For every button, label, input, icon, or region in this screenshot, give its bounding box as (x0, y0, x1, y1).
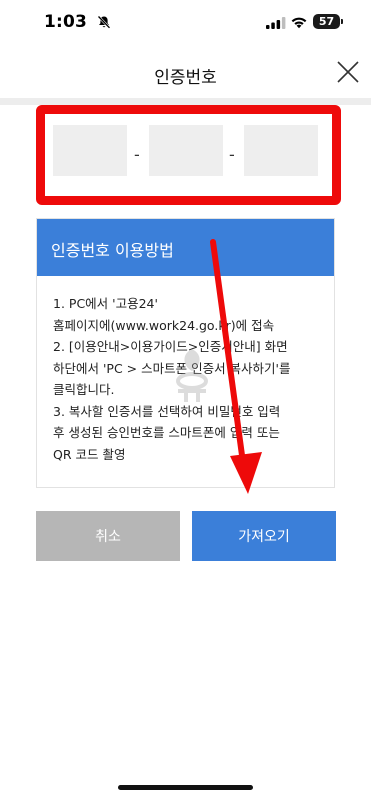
header-divider (0, 98, 371, 105)
status-time: 1:03 (44, 12, 88, 32)
page-title: 인증번호 (154, 68, 217, 88)
bell-slash-icon (97, 15, 111, 29)
code-separator-2: - (229, 145, 235, 164)
signal-icon (266, 17, 286, 29)
close-icon[interactable] (336, 60, 360, 84)
status-bar: 1:03 57 (0, 0, 371, 48)
fetch-button[interactable]: 가져오기 (192, 511, 336, 561)
wifi-icon (291, 17, 307, 29)
watermark-logo (176, 349, 208, 402)
code-field-2[interactable] (149, 125, 223, 176)
cancel-button[interactable]: 취소 (36, 511, 180, 561)
code-separator-1: - (134, 145, 140, 164)
battery-icon: 57 (313, 14, 340, 29)
header: 인증번호 (0, 48, 371, 98)
battery-tip (341, 19, 343, 24)
code-field-1[interactable] (53, 125, 127, 176)
code-field-3[interactable] (244, 125, 318, 176)
guide-line: 1. PC에서 '고용24' (53, 296, 158, 311)
guide-line: QR 코드 촬영 (53, 446, 126, 462)
guide-line: 홈페이지에(www.work24.go.kr)에 접속 (53, 317, 275, 333)
guide-title: 인증번호 이용방법 (51, 241, 174, 260)
guide-header: 인증번호 이용방법 (37, 219, 334, 276)
home-indicator (118, 785, 253, 790)
guide-line: 후 생성된 승인번호를 스마트폰에 입력 또는 (53, 425, 280, 440)
